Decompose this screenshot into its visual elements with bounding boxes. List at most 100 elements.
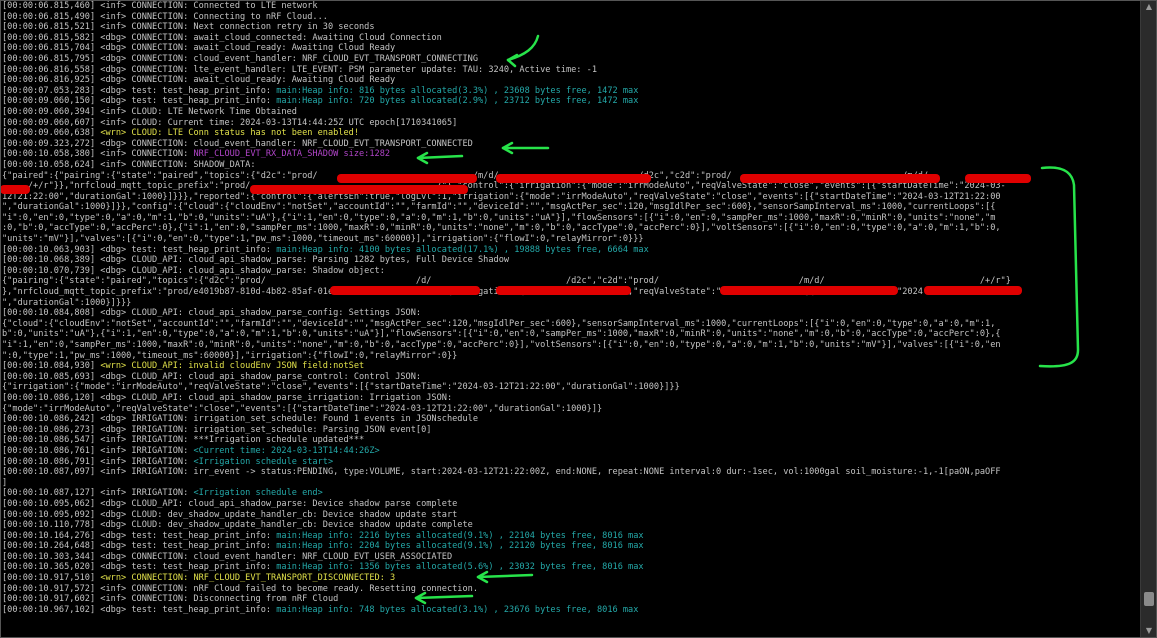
log-line: [00:00:10.084,808] <dbg> CLOUD_API: clou… xyxy=(2,308,1140,319)
log-segment: <Irrigation schedule end> xyxy=(193,488,323,499)
log-segment: [00:00:10.058,624] <inf> CONNECTION: SHA… xyxy=(2,159,256,170)
log-line: [00:00:10.086,791] <inf> IRRIGATION: <Ir… xyxy=(2,457,1140,468)
log-segment: [00:00:06.815,521] <inf> CONNECTION: Nex… xyxy=(2,22,375,33)
log-line: [00:00:10.095,092] <dbg> CLOUD: dev_shad… xyxy=(2,510,1140,521)
log-line: [00:00:10.917,602] <inf> CONNECTION: Dis… xyxy=(2,594,1140,605)
scroll-up-icon[interactable]: ▲ xyxy=(1141,0,1157,14)
log-segment: [00:00:06.815,460] <inf> CONNECTION: Con… xyxy=(2,1,318,11)
log-segment: [00:00:09.060,607] <inf> CLOUD: Current … xyxy=(2,117,458,128)
log-line: [00:00:06.815,795] <dbg> CONNECTION: clo… xyxy=(2,54,1140,65)
log-line: [00:00:09.060,394] <inf> CLOUD: LTE Netw… xyxy=(2,107,1140,118)
log-line: [00:00:10.086,273] <dbg> IRRIGATION: irr… xyxy=(2,425,1140,436)
log-segment: "i":0,"en":0,"type":0,"a":0,"m":1,"b":0,… xyxy=(2,212,996,223)
log-segment: NRF_CLOUD_EVT_RX_DATA_SHADOW size:1282 xyxy=(193,149,391,160)
log-line: [00:00:10.068,389] <dbg> CLOUD_API: clou… xyxy=(2,255,1140,266)
log-segment: [00:00:10.086,273] <dbg> IRRIGATION: irr… xyxy=(2,424,432,435)
log-segment: [00:00:10.086,120] <dbg> CLOUD_API: clou… xyxy=(2,392,453,403)
log-segment: <Irrigation schedule start> xyxy=(193,456,334,467)
log-segment: [00:00:10.917,510] xyxy=(2,573,101,584)
log-line: [00:00:09.323,272] <dbg> CONNECTION: clo… xyxy=(2,139,1140,150)
log-line: [00:00:10.085,693] <dbg> CLOUD_API: clou… xyxy=(2,372,1140,383)
log-line: [00:00:10.087,127] <inf> IRRIGATION: <Ir… xyxy=(2,488,1140,499)
terminal-output[interactable]: [00:00:06.815,460] <inf> CONNECTION: Con… xyxy=(0,0,1140,638)
log-segment: [00:00:10.365,020] <dbg> test: test_heap… xyxy=(2,562,277,573)
log-line: 12T21:22:00","durationGal":1000}]}}},"re… xyxy=(2,192,1140,203)
log-line: [00:00:10.164,276] <dbg> test: test_heap… xyxy=(2,531,1140,542)
log-segment: [00:00:09.060,150] <dbg> test: test_heap… xyxy=(2,96,277,107)
log-segment: {"irrigation":{"mode":"irrModeAuto","req… xyxy=(2,382,680,393)
log-segment: [00:00:09.060,638] xyxy=(2,128,101,139)
log-line: [00:00:06.815,490] <inf> CONNECTION: Con… xyxy=(2,12,1140,23)
log-line: {"mode":"irrModeAuto","reqValveState":"c… xyxy=(2,404,1140,415)
log-segment: [00:00:10.087,097] <inf> IRRIGATION: irr… xyxy=(2,467,1001,478)
log-segment: [00:00:06.815,490] <inf> CONNECTION: Con… xyxy=(2,11,328,22)
log-segment: ","durationGal":1000}]}}} xyxy=(2,297,132,308)
log-segment: main:Heap info: 720 bytes allocated(2.9%… xyxy=(276,96,639,107)
log-line: /+/r"}},"nrfcloud_mqtt_topic_prefix":"pr… xyxy=(2,181,1140,192)
log-segment: [00:00:10.264,648] <dbg> test: test_heap… xyxy=(2,541,277,552)
log-segment: [00:00:09.060,394] <inf> CLOUD: LTE Netw… xyxy=(2,106,297,117)
log-line: [00:00:06.815,582] <dbg> CONNECTION: awa… xyxy=(2,33,1140,44)
log-segment: main:Heap info: 4100 bytes allocated(17.… xyxy=(276,244,649,255)
log-segment: [00:00:10.087,127] <inf> IRRIGATION: xyxy=(2,488,194,499)
log-segment: [00:00:06.816,558] <dbg> CONNECTION: lte… xyxy=(2,64,597,75)
log-segment: ] xyxy=(2,477,8,488)
log-segment: [00:00:10.917,602] <inf> CONNECTION: Dis… xyxy=(2,594,339,605)
log-segment: [00:00:10.086,791] <inf> IRRIGATION: xyxy=(2,456,194,467)
log-line: [00:00:10.063,903] <dbg> test: test_heap… xyxy=(2,245,1140,256)
log-line: {"irrigation":{"mode":"irrModeAuto","req… xyxy=(2,382,1140,393)
log-segment: {"cloud":{"cloudEnv":"notSet","accountId… xyxy=(2,318,996,329)
log-segment: 12T21:22:00","durationGal":1000}]}}},"re… xyxy=(2,191,1001,202)
log-line: ] xyxy=(2,478,1140,489)
log-line: [00:00:10.967,102] <dbg> test: test_heap… xyxy=(2,605,1140,616)
log-segment: b":0,"units":"uA"},{"i":1,"en":0,"type":… xyxy=(2,329,1001,340)
log-segment: [00:00:10.086,242] <dbg> IRRIGATION: irr… xyxy=(2,414,478,425)
log-line: "i":0,"en":0,"type":0,"a":0,"m":1,"b":0,… xyxy=(2,213,1140,224)
log-segment: :0,"b":0,"accType":0,"accPerc":0},{"i":1… xyxy=(2,223,1001,234)
log-line: [00:00:10.070,739] <dbg> CLOUD_API: clou… xyxy=(2,266,1140,277)
log-line: [00:00:10.917,572] <inf> CONNECTION: nRF… xyxy=(2,584,1140,595)
log-segment: main:Heap info: 748 bytes allocated(3.1%… xyxy=(276,604,639,615)
scroll-thumb[interactable] xyxy=(1144,592,1154,607)
log-line: [00:00:10.058,624] <inf> CONNECTION: SHA… xyxy=(2,160,1140,171)
scroll-down-icon[interactable]: ▼ xyxy=(1141,624,1157,638)
log-line: [00:00:10.303,344] <dbg> CONNECTION: clo… xyxy=(2,552,1140,563)
log-segment: <wrn> CONNECTION: NRF_CLOUD_EVT_TRANSPOR… xyxy=(100,573,396,584)
log-line: "units":"mV"}],"valves":[{"i":0,"en":0,"… xyxy=(2,234,1140,245)
log-line: [00:00:10.917,510] <wrn> CONNECTION: NRF… xyxy=(2,573,1140,584)
log-segment: main:Heap info: 2204 bytes allocated(9.1… xyxy=(276,541,644,552)
log-segment: ":0,"type":1,"pw_ms":1000,"timeout_ms":6… xyxy=(2,350,458,361)
log-line: ","durationGal":1000}]}},"config":{"clou… xyxy=(2,202,1140,213)
log-segment: [00:00:06.815,795] <dbg> CONNECTION: clo… xyxy=(2,53,478,64)
log-segment: [00:00:06.815,704] <dbg> CONNECTION: awa… xyxy=(2,43,396,54)
log-segment: [00:00:10.070,739] <dbg> CLOUD_API: clou… xyxy=(2,265,385,276)
vertical-scrollbar[interactable]: ▲ ▼ xyxy=(1140,0,1157,638)
log-line: [00:00:09.060,607] <inf> CLOUD: Current … xyxy=(2,118,1140,129)
log-segment: <wrn> CLOUD: LTE Conn status has not bee… xyxy=(100,128,360,139)
log-segment: [00:00:10.068,389] <dbg> CLOUD_API: clou… xyxy=(2,255,510,266)
log-segment: [00:00:10.967,102] <dbg> test: test_heap… xyxy=(2,604,277,615)
log-segment: [00:00:10.303,344] <dbg> CONNECTION: clo… xyxy=(2,551,453,562)
log-line: },"nrfcloud_mqtt_topic_prefix":"prod/e40… xyxy=(2,287,1140,298)
log-segment: [00:00:10.086,547] <inf> IRRIGATION: ***… xyxy=(2,435,365,446)
log-segment: main:Heap info: 2216 bytes allocated(9.1… xyxy=(276,530,644,541)
log-line: [00:00:06.816,558] <dbg> CONNECTION: lte… xyxy=(2,65,1140,76)
log-segment: [00:00:10.164,276] <dbg> test: test_heap… xyxy=(2,530,277,541)
log-line: [00:00:06.815,521] <inf> CONNECTION: Nex… xyxy=(2,22,1140,33)
log-segment: [00:00:06.815,582] <dbg> CONNECTION: awa… xyxy=(2,32,442,43)
log-line: ","durationGal":1000}]}}} xyxy=(2,298,1140,309)
log-line: [00:00:10.086,242] <dbg> IRRIGATION: irr… xyxy=(2,414,1140,425)
log-segment: [00:00:10.095,092] <dbg> CLOUD: dev_shad… xyxy=(2,509,458,520)
log-line: [00:00:10.365,020] <dbg> test: test_heap… xyxy=(2,562,1140,573)
log-segment: "units":"mV"}],"valves":[{"i":0,"en":0,"… xyxy=(2,234,644,245)
log-text: [00:00:06.815,460] <inf> CONNECTION: Con… xyxy=(2,1,1140,615)
log-line: [00:00:06.815,460] <inf> CONNECTION: Con… xyxy=(2,1,1140,12)
log-line: {"cloud":{"cloudEnv":"notSet","accountId… xyxy=(2,319,1140,330)
log-line: :0,"b":0,"accType":0,"accPerc":0},{"i":1… xyxy=(2,223,1140,234)
log-segment: {"paired":{"pairing":{"state":"paired","… xyxy=(2,170,1037,181)
log-line: [00:00:10.095,062] <dbg> CLOUD_API: clou… xyxy=(2,499,1140,510)
log-segment: },"nrfcloud_mqtt_topic_prefix":"prod/e40… xyxy=(2,287,1001,298)
log-line: [00:00:06.815,704] <dbg> CONNECTION: awa… xyxy=(2,43,1140,54)
log-segment: [00:00:09.323,272] <dbg> CONNECTION: clo… xyxy=(2,138,473,149)
log-segment: ","durationGal":1000}]}},"config":{"clou… xyxy=(2,202,996,213)
